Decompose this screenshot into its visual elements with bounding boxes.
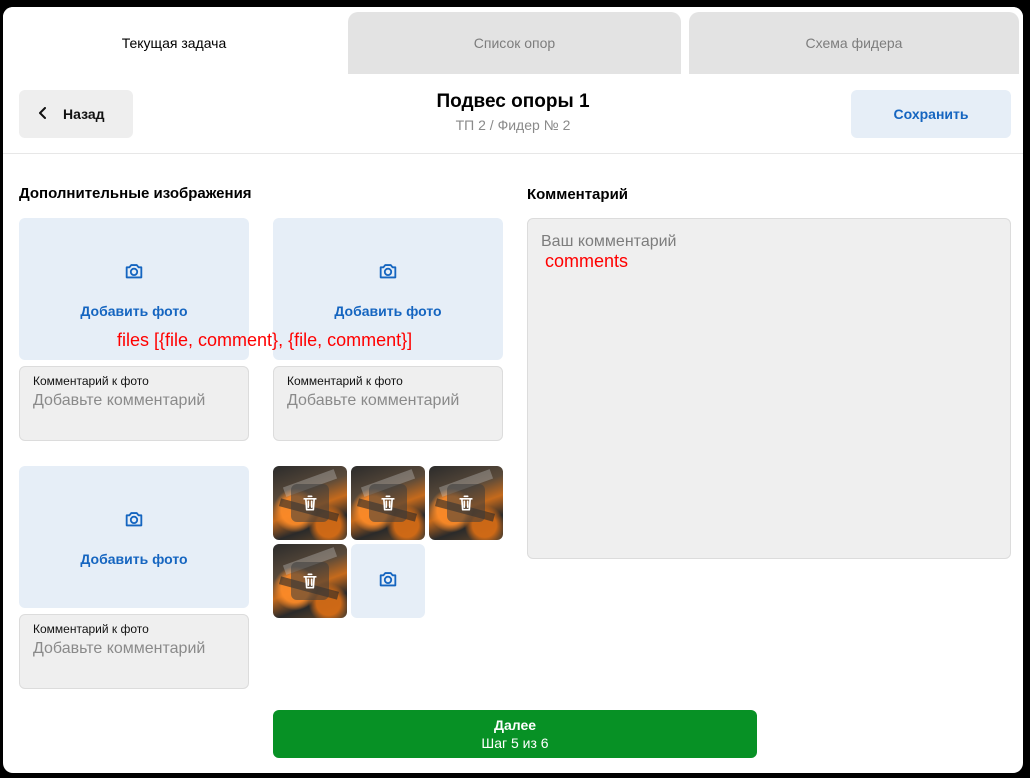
next-label: Далее [493, 717, 537, 733]
photo-comment-label: Комментарий к фото [287, 374, 403, 388]
photo-thumbnail[interactable] [273, 544, 347, 618]
tab-label: Схема фидера [805, 35, 903, 51]
camera-icon [123, 508, 145, 535]
app-frame: Текущая задача Список опор Схема фидера … [3, 7, 1023, 773]
back-label: Назад [63, 106, 105, 122]
photo-thumbnail[interactable] [351, 466, 425, 540]
add-thumbnail-button[interactable] [351, 544, 425, 618]
images-section-title: Дополнительные изображения [19, 185, 252, 202]
tab-label: Текущая задача [121, 35, 227, 51]
trash-icon[interactable] [369, 484, 407, 522]
trash-icon[interactable] [291, 484, 329, 522]
comment-section-title: Комментарий [527, 186, 629, 203]
tab-bar: Текущая задача Список опор Схема фидера [3, 7, 1023, 74]
save-label: Сохранить [893, 106, 969, 122]
title-block: Подвес опоры 1 ТП 2 / Фидер № 2 [303, 91, 723, 133]
photo-comment-input[interactable] [33, 392, 235, 410]
trash-icon[interactable] [291, 562, 329, 600]
step-indicator: Шаг 5 из 6 [481, 735, 549, 751]
files-annotation: files [{file, comment}, {file, comment}] [117, 330, 413, 350]
page-title: Подвес опоры 1 [436, 91, 590, 112]
tab-feeder-scheme[interactable]: Схема фидера [689, 12, 1019, 74]
photo-comment-field[interactable]: Комментарий к фото [273, 366, 503, 441]
photo-thumbnail[interactable] [273, 466, 347, 540]
photo-comment-input[interactable] [33, 640, 235, 658]
add-photo-tile[interactable]: Добавить фото [19, 466, 249, 608]
photo-thumbnail[interactable] [429, 466, 503, 540]
camera-icon [377, 260, 399, 287]
add-photo-label: Добавить фото [334, 302, 442, 319]
photo-comment-label: Комментарий к фото [33, 622, 149, 636]
tab-poles-list[interactable]: Список опор [348, 12, 681, 74]
back-button[interactable]: Назад [19, 90, 133, 138]
tab-label: Список опор [473, 35, 556, 51]
comment-textarea[interactable] [541, 233, 997, 544]
page-header: Назад Подвес опоры 1 ТП 2 / Фидер № 2 Со… [3, 74, 1023, 154]
camera-icon [123, 260, 145, 287]
photo-comment-field[interactable]: Комментарий к фото [19, 366, 249, 441]
photo-comment-label: Комментарий к фото [33, 374, 149, 388]
tab-current-task[interactable]: Текущая задача [6, 12, 342, 74]
add-photo-label: Добавить фото [80, 550, 188, 567]
save-button[interactable]: Сохранить [851, 90, 1011, 138]
photo-comment-input[interactable] [287, 392, 489, 410]
comments-annotation: comments [545, 251, 629, 271]
photo-comment-field[interactable]: Комментарий к фото [19, 614, 249, 689]
camera-icon [377, 568, 399, 595]
add-photo-label: Добавить фото [80, 302, 188, 319]
breadcrumb: ТП 2 / Фидер № 2 [455, 117, 571, 133]
next-button[interactable]: Далее Шаг 5 из 6 [273, 710, 757, 758]
chevron-left-icon [37, 106, 49, 122]
trash-icon[interactable] [447, 484, 485, 522]
